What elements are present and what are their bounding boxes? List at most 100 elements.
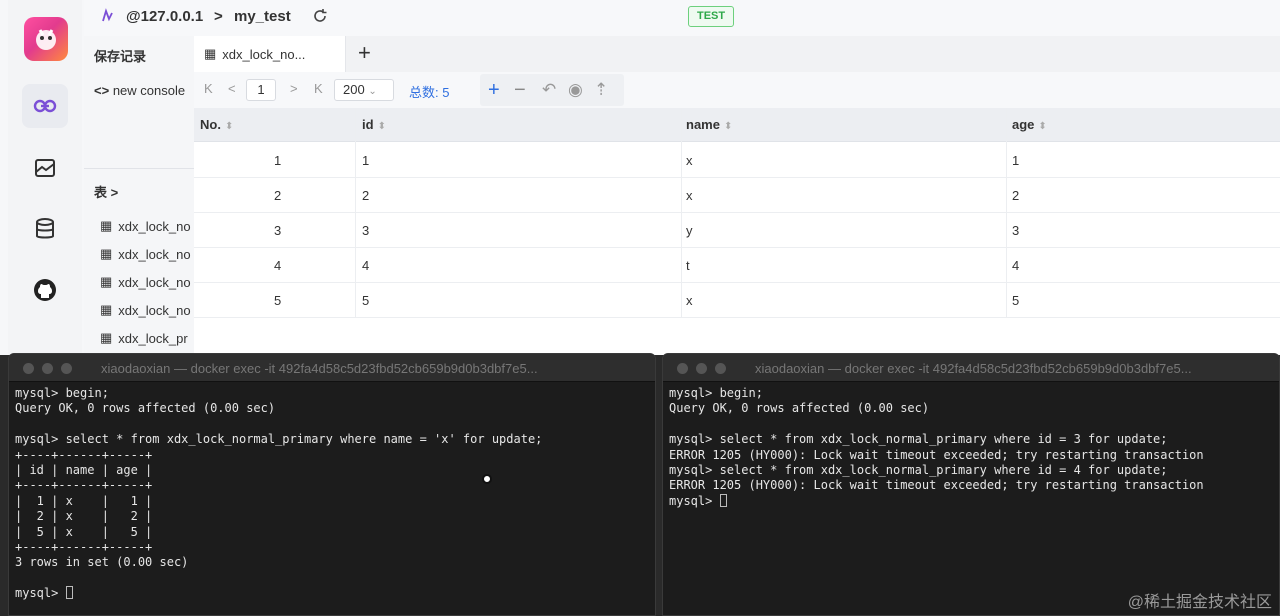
sort-icon[interactable]: ⬍: [1038, 121, 1046, 132]
page-number-input[interactable]: 1: [246, 79, 276, 101]
table-row[interactable]: 5 5 x 5: [194, 283, 1280, 318]
terminal-titlebar[interactable]: xiaodaoxian — docker exec -it 492fa4d58c…: [9, 354, 655, 382]
connection-icon[interactable]: [22, 84, 68, 128]
terminal-title: xiaodaoxian — docker exec -it 492fa4d58c…: [101, 361, 538, 376]
minimize-button[interactable]: [696, 363, 707, 374]
table-icon: ▦: [100, 246, 113, 261]
side-panel: 保存记录 <> new console 表 > ▦ xdx_lock_no ▦ xd…: [84, 36, 194, 355]
host-label[interactable]: @127.0.0.1: [126, 8, 203, 25]
minimize-button[interactable]: [42, 363, 53, 374]
terminal-line: | 2 | x | 2 |: [15, 509, 153, 524]
terminal-line: | 1 | x | 1 |: [15, 493, 153, 508]
table-row[interactable]: 2 2 x 2: [194, 178, 1280, 213]
cell-no: 2: [274, 188, 282, 203]
cell-age[interactable]: 1: [1012, 153, 1019, 168]
database-icon[interactable]: [22, 207, 68, 251]
page-size-select[interactable]: 200 ⌄: [334, 79, 394, 101]
table-name: xdx_lock_no: [118, 218, 191, 234]
first-page-button[interactable]: K: [204, 81, 213, 96]
terminal-window-left[interactable]: xiaodaoxian — docker exec -it 492fa4d58c…: [8, 353, 656, 616]
cell-age[interactable]: 3: [1012, 223, 1019, 238]
cell-name[interactable]: t: [686, 258, 690, 273]
database-label[interactable]: my_test: [234, 8, 291, 25]
terminal-titlebar[interactable]: xiaodaoxian — docker exec -it 492fa4d58c…: [663, 354, 1279, 382]
prev-page-button[interactable]: <: [228, 81, 236, 96]
column-header-id[interactable]: id ⬍: [362, 117, 386, 132]
cell-age[interactable]: 2: [1012, 188, 1019, 203]
cell-id[interactable]: 5: [362, 293, 369, 308]
terminal-line: | 5 | x | 5 |: [15, 524, 153, 539]
cell-name[interactable]: x: [686, 293, 693, 308]
next-page-button[interactable]: >: [290, 81, 298, 96]
env-badge: TEST: [688, 6, 735, 27]
refresh-icon[interactable]: [312, 8, 328, 27]
add-row-icon[interactable]: +: [488, 80, 500, 100]
terminal-line: Query OK, 0 rows affected (0.00 sec): [669, 401, 930, 416]
terminal-line: mysql>: [15, 586, 542, 601]
delete-row-icon[interactable]: −: [514, 80, 526, 100]
terminal-line: mysql> select * from xdx_lock_normal_pri…: [669, 463, 1168, 478]
table-list-item[interactable]: ▦ xdx_lock_no: [100, 218, 194, 234]
tab-label: xdx_lock_no...: [222, 46, 306, 62]
preview-icon[interactable]: ◉: [568, 80, 583, 100]
terminal-line: | id | name | age |: [15, 463, 153, 478]
tables-section-label[interactable]: 表 >: [94, 182, 118, 201]
cell-id[interactable]: 4: [362, 258, 369, 273]
close-button[interactable]: [23, 363, 34, 374]
column-header-age[interactable]: age ⬍: [1012, 117, 1047, 132]
column-title: age: [1012, 117, 1035, 132]
column-header-no[interactable]: No. ⬍: [200, 117, 233, 132]
cell-no: 1: [274, 153, 282, 168]
tab-table[interactable]: ▦ xdx_lock_no...: [194, 36, 346, 72]
commit-icon[interactable]: ⇡: [594, 80, 608, 100]
terminal-line: 3 rows in set (0.00 sec): [15, 555, 189, 570]
sort-icon[interactable]: ⬍: [225, 121, 233, 132]
zoom-button[interactable]: [715, 363, 726, 374]
window-controls: [677, 363, 726, 374]
logo-icon[interactable]: [24, 17, 68, 61]
console-item[interactable]: <> new console: [94, 83, 194, 98]
pagination-toolbar: K < 1 > K 200 ⌄ 总数: 5 + − ↶ ◉ ⇡: [194, 72, 1280, 108]
save-records-link[interactable]: 保存记录: [94, 46, 146, 65]
table-list-item[interactable]: ▦ xdx_lock_no: [100, 274, 194, 290]
table-list-item[interactable]: ▦ xdx_lock_pr: [100, 330, 194, 346]
terminal-line: mysql>: [669, 493, 1204, 509]
table-row[interactable]: 4 4 t 4: [194, 248, 1280, 283]
cell-age[interactable]: 4: [1012, 258, 1019, 273]
cell-name[interactable]: y: [686, 223, 693, 238]
terminal-title: xiaodaoxian — docker exec -it 492fa4d58c…: [755, 361, 1192, 376]
terminal-line: ERROR 1205 (HY000): Lock wait timeout ex…: [669, 478, 1204, 493]
table-row[interactable]: 1 1 x 1: [194, 143, 1280, 178]
terminal-line: mysql> begin;: [669, 386, 763, 400]
terminal-window-right[interactable]: xiaodaoxian — docker exec -it 492fa4d58c…: [662, 353, 1280, 616]
cell-age[interactable]: 5: [1012, 293, 1019, 308]
terminal-line: +----+------+-----+: [15, 540, 153, 555]
add-tab-button[interactable]: +: [358, 42, 371, 64]
table-row[interactable]: 3 3 y 3: [194, 213, 1280, 248]
cell-name[interactable]: x: [686, 153, 693, 168]
terminal-cursor: [65, 586, 73, 600]
cell-name[interactable]: x: [686, 188, 693, 203]
sort-icon[interactable]: ⬍: [378, 121, 386, 132]
table-list-item[interactable]: ▦ xdx_lock_no: [100, 302, 194, 318]
zoom-button[interactable]: [61, 363, 72, 374]
dashboard-icon[interactable]: [22, 146, 68, 190]
icon-rail: [8, 0, 82, 355]
github-icon[interactable]: [22, 268, 68, 312]
column-title: No.: [200, 117, 221, 132]
cell-id[interactable]: 2: [362, 188, 369, 203]
sort-icon[interactable]: ⬍: [724, 121, 732, 132]
table-list-item[interactable]: ▦ xdx_lock_no: [100, 246, 194, 262]
cell-id[interactable]: 1: [362, 153, 369, 168]
terminal-output[interactable]: mysql> begin; Query OK, 0 rows affected (…: [15, 386, 542, 602]
code-icon: <>: [94, 83, 110, 98]
terminal-output[interactable]: mysql> begin; Query OK, 0 rows affected (…: [669, 386, 1204, 509]
data-grid: No. ⬍ id ⬍ name ⬍ age ⬍ 1 1 x 1 2 2 x 2 3 3 …: [194, 108, 1280, 355]
terminal-line: Query OK, 0 rows affected (0.00 sec): [15, 401, 276, 416]
column-header-name[interactable]: name ⬍: [686, 117, 732, 132]
undo-icon[interactable]: ↶: [542, 80, 556, 100]
close-button[interactable]: [677, 363, 688, 374]
last-page-button[interactable]: K: [314, 81, 323, 96]
cell-id[interactable]: 3: [362, 223, 369, 238]
